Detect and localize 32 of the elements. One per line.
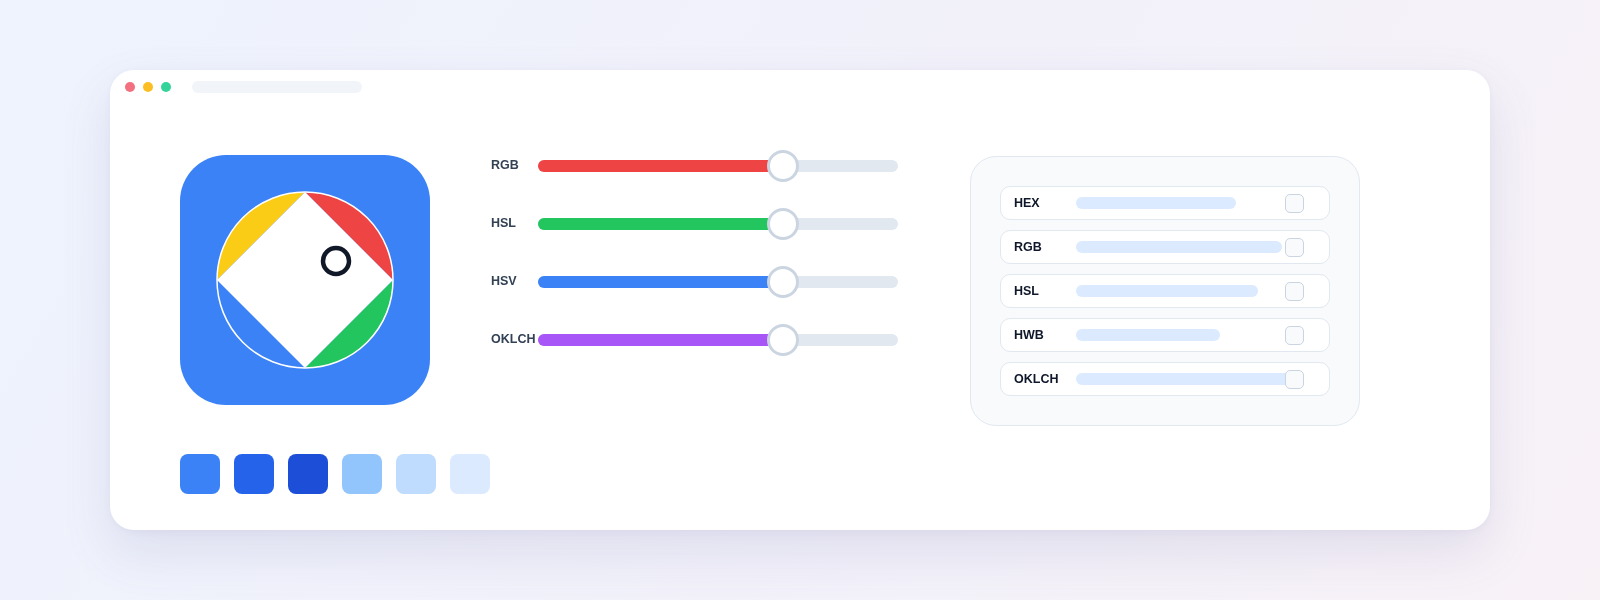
window-control-icon[interactable] — [143, 82, 153, 92]
swatch-icon[interactable] — [234, 454, 274, 494]
slider-thumb[interactable] — [766, 266, 799, 298]
slider-label: OKLCH — [491, 331, 537, 346]
slider-label: RGB — [491, 157, 520, 172]
slider-track[interactable] — [538, 150, 898, 182]
ring-icon — [320, 245, 352, 277]
checkbox[interactable] — [1285, 237, 1304, 257]
format-label: RGB — [1014, 240, 1043, 254]
checkbox[interactable] — [1285, 193, 1304, 213]
format-label: HSL — [1014, 284, 1040, 298]
swatch-icon[interactable] — [288, 454, 328, 494]
window-control-icon[interactable] — [161, 82, 171, 92]
format-label: OKLCH — [1014, 372, 1060, 386]
checkbox[interactable] — [1285, 369, 1304, 389]
slider-thumb[interactable] — [766, 150, 799, 182]
slider-track[interactable] — [538, 266, 898, 298]
swatch-icon[interactable] — [396, 454, 436, 494]
format-label: HWB — [1014, 328, 1045, 342]
slider-label: HSV — [491, 273, 518, 288]
slider-thumb[interactable] — [766, 208, 799, 240]
checkbox[interactable] — [1285, 281, 1304, 301]
swatch-icon[interactable] — [180, 454, 220, 494]
slider-track[interactable] — [538, 324, 898, 356]
swatch-icon[interactable] — [342, 454, 382, 494]
format-label: HEX — [1014, 196, 1041, 210]
checkbox[interactable] — [1285, 325, 1304, 345]
slider-track[interactable] — [538, 208, 898, 240]
window-control-icon[interactable] — [125, 82, 135, 92]
slider-label: HSL — [491, 215, 517, 230]
slider-thumb[interactable] — [766, 324, 799, 356]
swatch-icon[interactable] — [450, 454, 490, 494]
